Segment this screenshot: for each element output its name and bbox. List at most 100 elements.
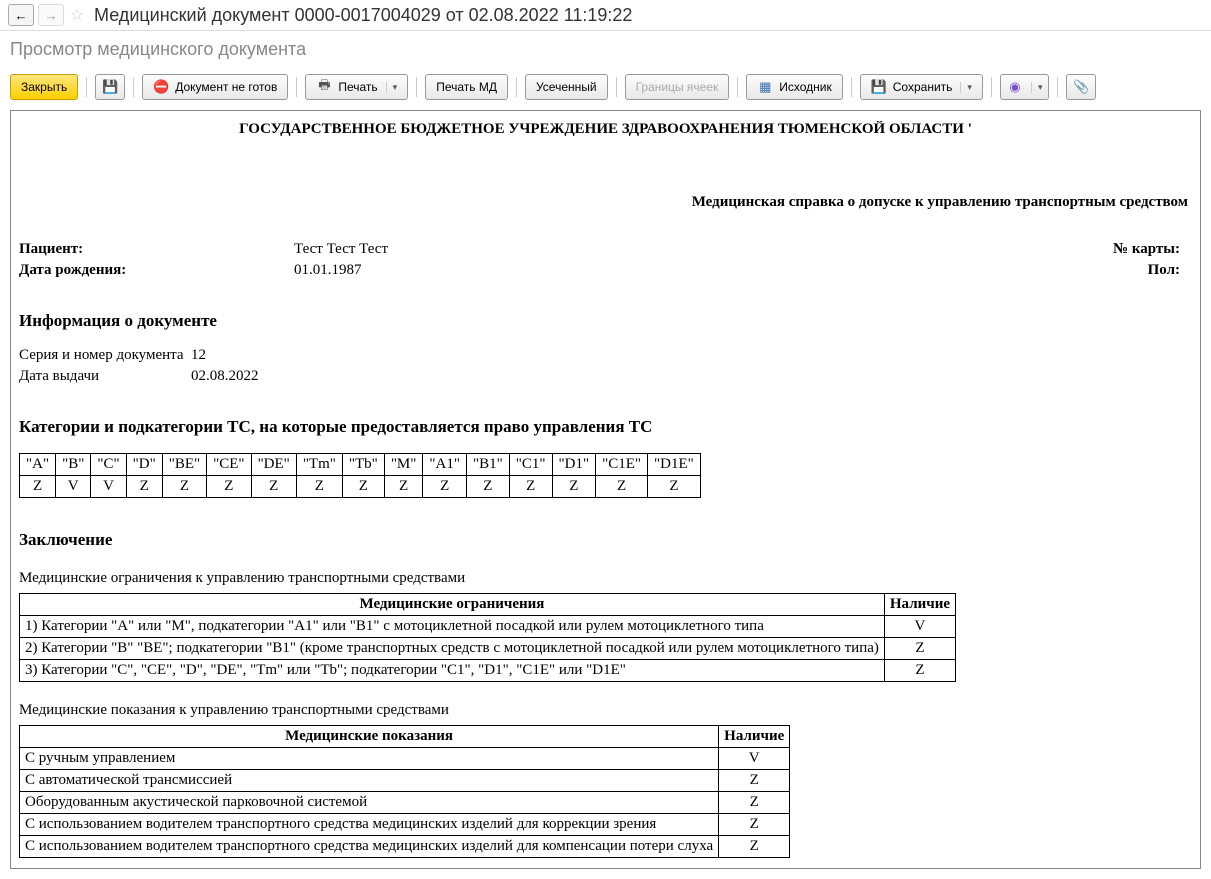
cert-title: Медицинская справка о допуске к управлен… <box>19 194 1192 211</box>
print-md-label: Печать МД <box>436 80 497 94</box>
toolbar-separator <box>516 77 517 97</box>
favorite-star-icon[interactable]: ☆ <box>68 6 86 24</box>
category-header: "C" <box>91 454 126 476</box>
section-conclusion-heading: Заключение <box>19 530 1192 550</box>
restriction-text: 3) Категории "C", "CE", "D", "DE", "Tm" … <box>20 660 885 682</box>
table-row: С использованием водителем транспортного… <box>20 814 790 836</box>
category-value: V <box>91 476 126 498</box>
print-md-button[interactable]: Печать МД <box>425 74 508 100</box>
category-header: "Tb" <box>342 454 384 476</box>
indication-text: С ручным управлением <box>20 748 719 770</box>
attach-button[interactable]: 📎 <box>1066 74 1096 100</box>
forward-button[interactable]: → <box>38 4 64 26</box>
category-value: Z <box>596 476 648 498</box>
print-button[interactable]: 🖶 Печать ▾ <box>305 74 408 100</box>
category-header: "B1" <box>467 454 510 476</box>
category-value: Z <box>296 476 342 498</box>
indications-col1: Медицинские показания <box>20 726 719 748</box>
toolbar-separator <box>616 77 617 97</box>
category-header: "C1" <box>509 454 552 476</box>
issue-value: 02.08.2022 <box>191 368 259 385</box>
close-button[interactable]: Закрыть <box>10 74 78 100</box>
save-button[interactable]: 💾 Сохранить ▾ <box>860 74 983 100</box>
toolbar-separator <box>133 77 134 97</box>
table-row: С использованием водителем транспортного… <box>20 836 790 858</box>
category-value: Z <box>423 476 467 498</box>
category-value: Z <box>207 476 251 498</box>
indications-col2: Наличие <box>719 726 790 748</box>
chevron-down-icon: ▾ <box>960 82 972 93</box>
chevron-down-icon: ▾ <box>386 82 398 93</box>
toolbar-separator <box>1057 77 1058 97</box>
table-row: 2) Категории "B" "BE"; подкатегории "B1"… <box>20 638 956 660</box>
restrictions-table: Медицинские ограничения Наличие 1) Катег… <box>19 593 956 682</box>
document-body: ГОСУДАРСТВЕННОЕ БЮДЖЕТНОЕ УЧРЕЖДЕНИЕ ЗДР… <box>10 110 1201 869</box>
section-categories-heading: Категории и подкатегории ТС, на которые … <box>19 417 1192 437</box>
page-subtitle: Просмотр медицинского документа <box>0 31 1211 68</box>
cell-borders-label: Границы ячеек <box>636 80 719 94</box>
indication-text: С использованием водителем транспортного… <box>20 836 719 858</box>
indication-value: V <box>719 748 790 770</box>
print-label: Печать <box>338 80 377 94</box>
indication-value: Z <box>719 770 790 792</box>
restrictions-col2: Наличие <box>884 594 955 616</box>
restrictions-caption: Медицинские ограничения к управлению тра… <box>19 570 1192 587</box>
restriction-text: 1) Категории "A" или "M", подкатегории "… <box>20 616 885 638</box>
table-row: С автоматической трансмиссиейZ <box>20 770 790 792</box>
category-header: "D" <box>126 454 162 476</box>
table-row: 1) Категории "A" или "M", подкатегории "… <box>20 616 956 638</box>
indication-text: С автоматической трансмиссией <box>20 770 719 792</box>
restriction-value: Z <box>884 638 955 660</box>
indication-value: Z <box>719 814 790 836</box>
save-disk-button[interactable]: 💾 <box>95 74 125 100</box>
restrictions-col1: Медицинские ограничения <box>20 594 885 616</box>
toolbar: Закрыть 💾 ⛔ Документ не готов 🖶 Печать ▾… <box>0 68 1211 106</box>
category-value: Z <box>552 476 596 498</box>
window-title: Медицинский документ 0000-0017004029 от … <box>94 5 632 26</box>
sex-label: Пол: <box>1148 262 1180 279</box>
toolbar-separator <box>86 77 87 97</box>
source-button[interactable]: ▦ Исходник <box>746 74 842 100</box>
indication-value: Z <box>719 836 790 858</box>
indication-value: Z <box>719 792 790 814</box>
indication-text: Оборудованным акустической парковочной с… <box>20 792 719 814</box>
category-value: V <box>56 476 91 498</box>
category-value: Z <box>342 476 384 498</box>
category-header: "A1" <box>423 454 467 476</box>
category-value: Z <box>20 476 56 498</box>
cancel-icon: ⛔ <box>153 79 169 95</box>
toolbar-separator <box>851 77 852 97</box>
category-value: Z <box>162 476 206 498</box>
category-value: Z <box>251 476 296 498</box>
series-value: 12 <box>191 347 206 364</box>
restriction-text: 2) Категории "B" "BE"; подкатегории "B1"… <box>20 638 885 660</box>
floppy-icon: 💾 <box>102 79 118 95</box>
indications-caption: Медицинские показания к управлению транс… <box>19 702 1192 719</box>
org-header: ГОСУДАРСТВЕННОЕ БЮДЖЕТНОЕ УЧРЕЖДЕНИЕ ЗДР… <box>19 121 1192 138</box>
doc-not-ready-button[interactable]: ⛔ Документ не готов <box>142 74 288 100</box>
globe-button[interactable]: ◉ ▾ <box>1000 74 1050 100</box>
category-header: "BE" <box>162 454 206 476</box>
category-value: Z <box>467 476 510 498</box>
toolbar-separator <box>416 77 417 97</box>
restriction-value: V <box>884 616 955 638</box>
save-label: Сохранить <box>893 80 953 94</box>
chevron-down-icon: ▾ <box>1031 82 1043 93</box>
issue-label: Дата выдачи <box>19 368 191 385</box>
close-button-label: Закрыть <box>21 80 67 94</box>
dob-value: 01.01.1987 <box>294 262 794 279</box>
category-value: Z <box>509 476 552 498</box>
toolbar-separator <box>991 77 992 97</box>
section-info-heading: Информация о документе <box>19 311 1192 331</box>
indications-table: Медицинские показания Наличие С ручным у… <box>19 725 790 858</box>
category-header: "C1E" <box>596 454 648 476</box>
series-label: Серия и номер документа <box>19 347 191 364</box>
category-header: "A" <box>20 454 56 476</box>
cell-borders-button[interactable]: Границы ячеек <box>625 74 730 100</box>
globe-icon: ◉ <box>1007 79 1023 95</box>
toolbar-separator <box>737 77 738 97</box>
source-label: Исходник <box>779 80 831 94</box>
category-value: Z <box>126 476 162 498</box>
back-button[interactable]: ← <box>8 4 34 26</box>
truncated-button[interactable]: Усеченный <box>525 74 608 100</box>
